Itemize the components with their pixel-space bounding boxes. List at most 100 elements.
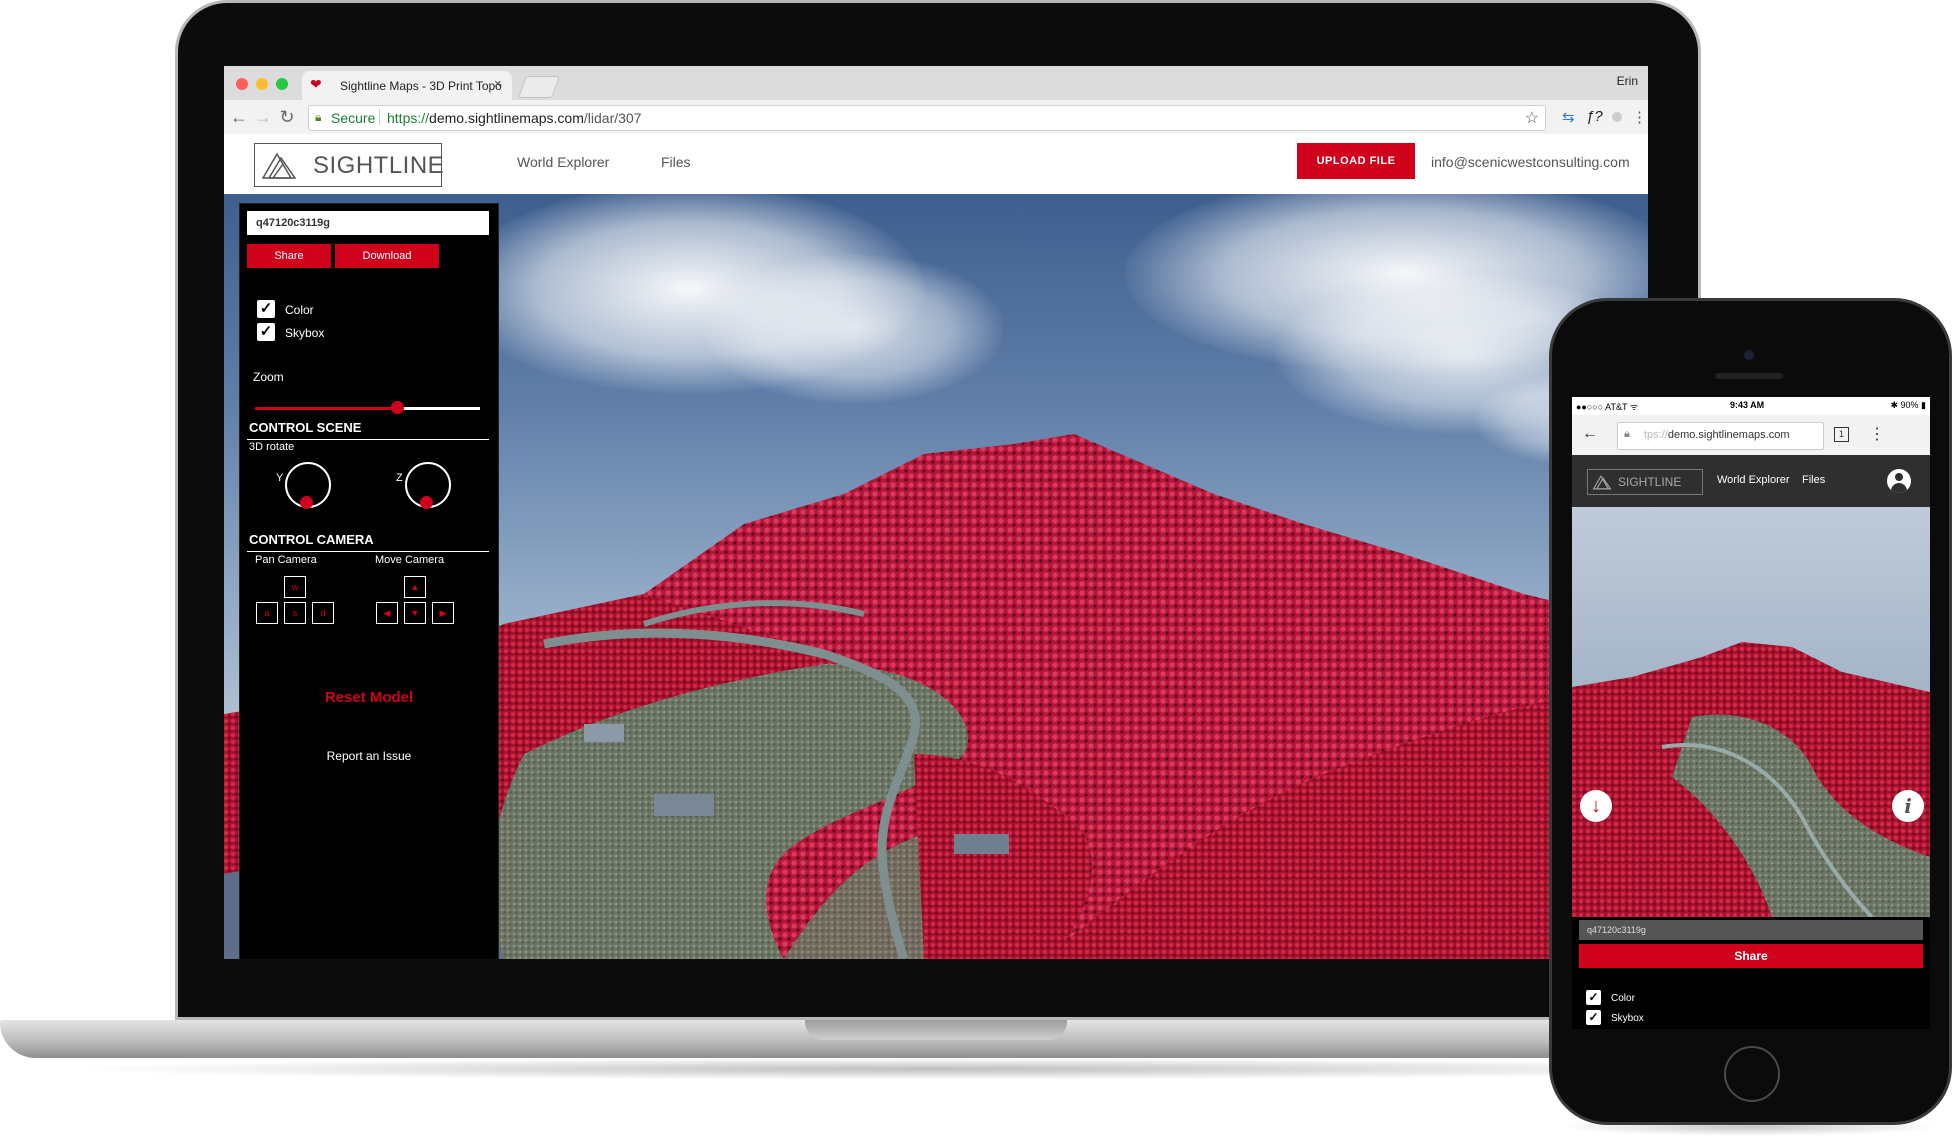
minimize-window-button[interactable] — [256, 78, 268, 90]
lock-icon: 🔒︎ — [315, 110, 322, 124]
divider — [247, 551, 489, 552]
rotate-z-handle[interactable] — [420, 496, 433, 509]
phone-nav-world-explorer[interactable]: World Explorer — [1717, 474, 1790, 486]
phone-color-label: Color — [1611, 993, 1635, 1004]
move-key-up[interactable]: ▲ — [404, 576, 426, 598]
pan-key-a[interactable]: a — [256, 602, 278, 624]
reset-model-button[interactable]: Reset Model — [240, 689, 498, 706]
profile-extension-icon[interactable] — [1612, 112, 1622, 122]
phone-nav-files[interactable]: Files — [1802, 474, 1825, 486]
pan-key-d[interactable]: d — [312, 602, 334, 624]
phone-logo-triangle-icon — [1592, 475, 1612, 490]
laptop-notch — [805, 1020, 1067, 1040]
back-arrow-icon[interactable]: ← — [228, 107, 250, 128]
phone-address-bar: ← 🔒︎ tps://demo.sightlinemaps.com 1 ⋮ — [1572, 415, 1930, 456]
url-path: /lidar/307 — [583, 110, 642, 126]
pan-camera-label: Pan Camera — [255, 554, 317, 566]
axis-z-label: Z — [396, 472, 403, 484]
move-key-left[interactable]: ◀ — [376, 602, 398, 624]
close-window-button[interactable] — [236, 78, 248, 90]
nav-files[interactable]: Files — [661, 154, 691, 170]
tab-close-icon[interactable]: × — [494, 76, 502, 91]
battery-status: ✱ 90% ▮ — [1890, 400, 1926, 410]
phone-sightline-logo[interactable]: SIGHTLINE — [1587, 469, 1703, 495]
sightline-logo[interactable]: SIGHTLINE — [254, 143, 445, 187]
phone-menu-icon[interactable]: ⋮ — [1869, 424, 1885, 444]
phone-skybox-checkbox[interactable]: ✓ — [1586, 1010, 1601, 1025]
logo-triangle-icon — [261, 152, 297, 179]
rotate-y-handle[interactable] — [300, 496, 313, 509]
control-panel: q47120c3119g Share Download ✓ Color ✓ Sk… — [239, 203, 499, 959]
browser-tab-bar: Sightline Maps - 3D Print Topo ❤ × Erin — [224, 66, 1648, 100]
phone-screen: ●●○○○ AT&T ᯤ 9:43 AM ✱ 90% ▮ ← 🔒︎ tps://… — [1572, 397, 1930, 1029]
color-checkbox[interactable]: ✓ — [257, 300, 275, 318]
control-camera-heading: CONTROL CAMERA — [249, 532, 374, 547]
move-camera-label: Move Camera — [375, 554, 445, 566]
phone-speaker — [1715, 373, 1783, 379]
account-email-link[interactable]: info@scenicwestconsulting.com — [1431, 154, 1630, 170]
zoom-slider-handle[interactable] — [390, 401, 404, 414]
phone-lock-icon: 🔒︎ — [1624, 428, 1630, 440]
status-time: 9:43 AM — [1730, 400, 1765, 410]
formula-extension-icon[interactable]: ƒ? — [1586, 108, 1603, 125]
pan-key-s[interactable]: s — [284, 602, 306, 624]
avatar-body — [1891, 483, 1907, 493]
phone-back-arrow-icon[interactable]: ← — [1582, 425, 1598, 443]
extension-icon[interactable]: ⇆ — [1562, 108, 1575, 126]
phone-tabs-count-button[interactable]: 1 — [1834, 427, 1849, 442]
report-issue-link[interactable]: Report an Issue — [240, 749, 498, 763]
avatar-head — [1895, 473, 1903, 481]
phone-home-button[interactable] — [1724, 1046, 1780, 1102]
url-separator — [379, 109, 380, 125]
url-scheme: https:// — [387, 110, 430, 126]
browser-tab-title: Sightline Maps - 3D Print Topo — [340, 79, 502, 93]
zoom-slider-track[interactable] — [255, 407, 480, 410]
logo-text: SIGHTLINE — [313, 152, 445, 179]
secure-label: Secure — [331, 110, 376, 126]
new-tab-button[interactable] — [517, 76, 561, 98]
upload-file-button[interactable]: UPLOAD FILE — [1297, 143, 1415, 179]
skybox-label: Skybox — [285, 326, 325, 340]
model-id-field[interactable]: q47120c3119g — [247, 211, 489, 235]
carrier-signal: ●●○○○ AT&T ᯤ — [1576, 402, 1639, 412]
url-text: https://demo.sightlinemaps.com/lidar/307 — [387, 110, 641, 126]
forward-arrow-icon[interactable]: → — [252, 107, 274, 128]
phone-logo-text: SIGHTLINE — [1618, 475, 1682, 489]
site-header: SIGHTLINE World Explorer Files UPLOAD FI… — [224, 134, 1648, 194]
url-field[interactable]: 🔒︎ Secure https://demo.sightlinemaps.com… — [308, 105, 1546, 131]
share-button[interactable]: Share — [247, 244, 331, 268]
browser-tab[interactable]: Sightline Maps - 3D Print Topo — [302, 71, 512, 100]
phone-color-checkbox[interactable]: ✓ — [1586, 990, 1601, 1005]
phone-model-id-field[interactable]: q47120c3119g — [1579, 920, 1923, 940]
phone-share-button[interactable]: Share — [1579, 944, 1923, 968]
sightline-favicon-icon: ❤ — [310, 76, 322, 92]
control-scene-heading: CONTROL SCENE — [249, 420, 362, 435]
phone-site-header: SIGHTLINE World Explorer Files — [1572, 455, 1930, 507]
browser-user-name[interactable]: Erin — [1617, 74, 1638, 88]
reload-icon[interactable]: ↻ — [276, 107, 298, 128]
zoom-label: Zoom — [253, 370, 284, 384]
move-key-down[interactable]: ▼ — [404, 602, 426, 624]
phone-status-bar: ●●○○○ AT&T ᯤ 9:43 AM ✱ 90% ▮ — [1572, 397, 1930, 415]
phone-url-host: demo.sightlinemaps.com — [1667, 429, 1790, 441]
skybox-checkbox[interactable]: ✓ — [257, 323, 275, 341]
user-avatar-icon[interactable] — [1887, 469, 1911, 493]
bookmark-star-icon[interactable]: ☆ — [1525, 108, 1539, 128]
browser-menu-icon[interactable]: ⋮ — [1632, 108, 1647, 126]
laptop-shadow — [60, 1058, 1800, 1080]
laptop-screen: Sightline Maps - 3D Print Topo ❤ × Erin … — [224, 66, 1648, 959]
move-key-right[interactable]: ▶ — [432, 602, 454, 624]
pan-key-w[interactable]: w — [284, 576, 306, 598]
phone-3d-viewport[interactable]: ↓ i — [1572, 507, 1930, 917]
phone-info-icon[interactable]: i — [1892, 790, 1924, 822]
phone-url-field[interactable]: 🔒︎ tps://demo.sightlinemaps.com — [1617, 422, 1824, 450]
axis-y-label: Y — [276, 472, 284, 484]
download-button[interactable]: Download — [335, 244, 439, 268]
nav-world-explorer[interactable]: World Explorer — [517, 154, 609, 170]
url-host: demo.sightlinemaps.com — [429, 110, 584, 126]
color-label: Color — [285, 303, 314, 317]
divider — [247, 439, 489, 440]
phone-terrain — [1572, 642, 1930, 917]
maximize-window-button[interactable] — [276, 78, 288, 90]
phone-download-icon[interactable]: ↓ — [1580, 790, 1612, 822]
